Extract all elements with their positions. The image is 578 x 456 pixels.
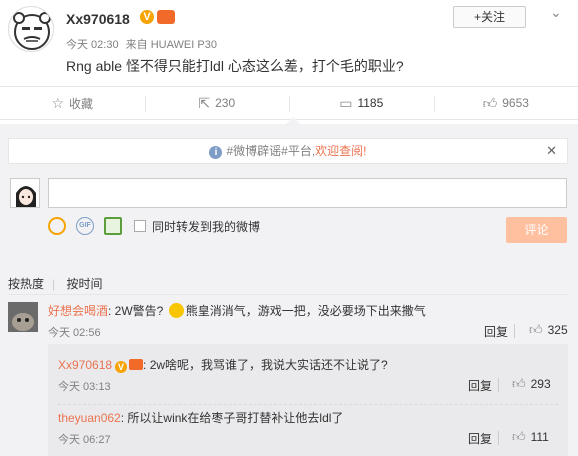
sort-tabs: 按热度 | 按时间 — [8, 275, 111, 292]
comment-button[interactable]: ▭ 1185 — [289, 87, 434, 119]
anime-avatar-icon — [11, 179, 39, 207]
reply-time: 今天 06:27 — [58, 434, 111, 446]
reply-item: Xx970618 V : 2w啥呢，我骂谁了，我说大实话还不让说了? 今天 03:1… — [58, 352, 558, 404]
divider — [8, 294, 568, 295]
thumbs-up-icon: 👍︎ — [512, 376, 526, 391]
divider — [498, 431, 499, 445]
post-text: Rng able 怪不得只能打ldl 心态这么差，打个毛的职业? — [66, 58, 404, 74]
comment-user[interactable]: 好想会喝酒 — [48, 304, 108, 318]
thumbs-up-icon: 👍︎ — [529, 322, 543, 337]
laugh-emoji-icon — [168, 303, 184, 318]
comment-area: i #微博辟谣#平台,欢迎查阅! ✕ GIF 同时转发到我的微博 评论 按热度 | … — [0, 124, 578, 456]
reply-like-button[interactable]: 👍︎ 111 — [512, 429, 549, 445]
post-meta: 今天 02:30 来自 HUAWEI P30 — [66, 36, 221, 52]
post-header: Xx970618 V 今天 02:30 来自 HUAWEI P30 Rng ab… — [0, 0, 578, 86]
level-badge-icon — [129, 359, 144, 370]
post-action-bar: ☆ 收藏 ⇱ 230 ▭ 1185 👍︎ 9653 — [0, 86, 578, 120]
star-icon: ☆ — [51, 94, 65, 111]
reply-like-count: 111 — [530, 430, 549, 444]
submit-comment-button[interactable]: 评论 — [506, 217, 567, 243]
notice-bar: i #微博辟谣#平台,欢迎查阅! ✕ — [8, 138, 568, 164]
reply-reply-button[interactable]: 回复 — [468, 377, 492, 394]
comment-pointer — [286, 117, 300, 124]
tab-by-hot[interactable]: 按热度 — [8, 277, 44, 291]
comment-icon: ▭ — [339, 94, 353, 111]
verified-v-icon: V — [115, 361, 128, 373]
like-button[interactable]: 👍︎ 9653 — [433, 87, 578, 119]
author-avatar[interactable] — [8, 6, 54, 52]
info-icon: i — [209, 146, 223, 159]
verified-v-icon: V — [140, 10, 154, 24]
bear-face-icon — [13, 12, 51, 50]
reply-list: Xx970618 V : 2w啥呢，我骂谁了，我说大实话还不让说了? 今天 03:1… — [48, 344, 568, 456]
tab-by-time[interactable]: 按时间 — [66, 277, 102, 291]
notice-text[interactable]: #微博辟谣#平台, — [226, 144, 315, 158]
divider — [498, 378, 499, 392]
post-time[interactable]: 今天 02:30 — [66, 39, 119, 51]
comment-like-button[interactable]: 👍︎ 325 — [529, 322, 568, 338]
comment-body: 好想会喝酒: 2W警告? 熊皇消消气，游戏一把，没必要场下出来撒气 — [48, 302, 426, 319]
reply-item: theyuan062: 所以让wink在给枣子哥打替补让他去ldl了 今天 06… — [58, 404, 558, 456]
share-icon: ⇱ — [198, 94, 211, 111]
forward-label: 同时转发到我的微博 — [152, 219, 261, 234]
comment-text-1: : 2W警告? — [108, 304, 167, 318]
reply-user[interactable]: Xx970618 — [58, 358, 112, 372]
notice-link[interactable]: 欢迎查阅! — [315, 144, 366, 158]
image-icon[interactable] — [104, 217, 122, 235]
follow-button[interactable]: +关注 — [453, 6, 526, 28]
tab-separator: | — [52, 277, 56, 291]
gif-icon[interactable]: GIF — [76, 217, 94, 235]
post-source: 来自 HUAWEI P30 — [125, 39, 217, 51]
my-avatar[interactable] — [10, 178, 40, 208]
forward-checkbox[interactable] — [134, 220, 146, 232]
reply-like-count: 293 — [530, 377, 551, 391]
commenter-avatar[interactable] — [8, 302, 38, 332]
share-button[interactable]: ⇱ 230 — [144, 87, 290, 119]
divider — [514, 324, 515, 338]
reply-text: : 所以让wink在给枣子哥打替补让他去ldl了 — [120, 411, 344, 425]
comment-text-2: 熊皇消消气，游戏一把，没必要场下出来撒气 — [185, 304, 426, 318]
comment-count: 1185 — [357, 96, 384, 110]
reply-like-button[interactable]: 👍︎ 293 — [512, 376, 551, 392]
thumbs-up-icon: 👍︎ — [482, 94, 498, 111]
favorite-button[interactable]: ☆ 收藏 — [0, 87, 145, 119]
comment-like-count: 325 — [547, 323, 568, 337]
reply-body: Xx970618 V : 2w啥呢，我骂谁了，我说大实话还不让说了? — [58, 356, 388, 373]
emoji-icon[interactable] — [48, 217, 66, 235]
comment-time: 今天 02:56 — [48, 327, 101, 339]
cat-avatar-icon — [8, 302, 38, 332]
share-count: 230 — [215, 96, 236, 110]
comment-reply-button[interactable]: 回复 — [484, 323, 508, 340]
author-name[interactable]: Xx970618 — [66, 11, 130, 27]
comment-input[interactable] — [48, 178, 567, 208]
level-badge-icon — [157, 10, 175, 24]
favorite-label: 收藏 — [69, 96, 94, 111]
reply-user[interactable]: theyuan062 — [58, 411, 121, 425]
reply-reply-button[interactable]: 回复 — [468, 430, 492, 447]
composer-toolbar: GIF 同时转发到我的微博 — [48, 216, 260, 236]
like-count: 9653 — [502, 96, 529, 110]
reply-body: theyuan062: 所以让wink在给枣子哥打替补让他去ldl了 — [58, 409, 343, 426]
close-icon[interactable]: ✕ — [546, 139, 557, 163]
reply-text: : 2w啥呢，我骂谁了，我说大实话还不让说了? — [143, 358, 388, 372]
reply-time: 今天 03:13 — [58, 381, 111, 393]
thumbs-up-icon: 👍︎ — [512, 429, 526, 444]
chevron-down-icon[interactable]: ⌄ — [550, 4, 562, 21]
